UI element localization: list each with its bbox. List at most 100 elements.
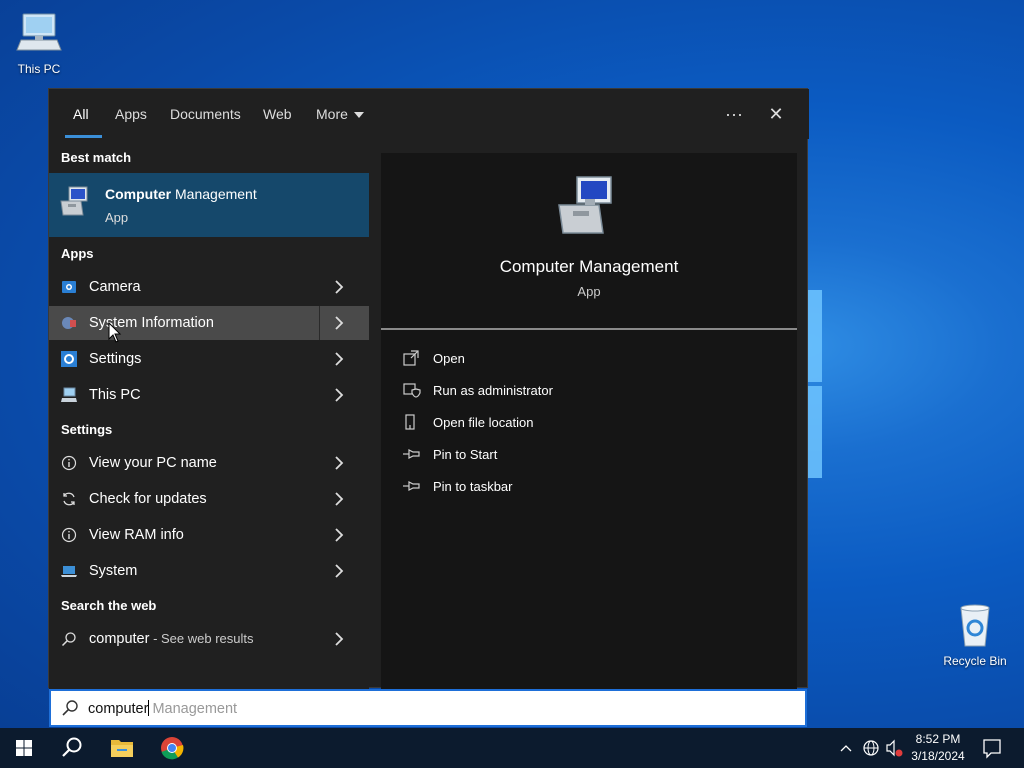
chevron-right-icon[interactable] xyxy=(331,314,347,332)
web-suffix: - See web results xyxy=(149,631,254,646)
taskbar-search-button[interactable] xyxy=(48,728,96,768)
tab-documents[interactable]: Documents xyxy=(170,106,241,122)
this-pc-icon xyxy=(15,10,63,58)
action-pin-to-taskbar[interactable]: Pin to taskbar xyxy=(403,473,703,501)
settings-gear-icon xyxy=(61,351,77,367)
taskbar: 8:52 PM 3/18/2024 xyxy=(0,728,1024,768)
computer-management-icon xyxy=(59,185,91,217)
best-match-title-bold: Computer xyxy=(105,186,172,202)
search-autocomplete: Management xyxy=(152,701,238,717)
action-open-file-location[interactable]: Open file location xyxy=(403,409,703,437)
chevron-right-icon[interactable] xyxy=(331,630,347,648)
search-text: computer Management xyxy=(88,700,237,717)
network-globe-icon[interactable] xyxy=(863,740,879,756)
tab-more[interactable]: More xyxy=(316,106,364,122)
row-divider xyxy=(319,306,320,340)
system-information-icon xyxy=(61,315,77,331)
best-match-heading: Best match xyxy=(61,150,132,165)
result-view-pc-name[interactable]: View your PC name xyxy=(49,446,369,480)
settings-heading: Settings xyxy=(61,422,113,437)
windows-logo-icon xyxy=(16,740,32,756)
result-view-ram-info[interactable]: View RAM info xyxy=(49,518,369,552)
result-settings-app[interactable]: Settings xyxy=(49,342,369,376)
chevron-right-icon[interactable] xyxy=(331,386,347,404)
search-icon xyxy=(61,631,77,647)
chevron-right-icon[interactable] xyxy=(331,454,347,472)
chevron-right-icon[interactable] xyxy=(331,526,347,544)
recycle-bin-icon xyxy=(951,602,999,650)
search-icon xyxy=(62,737,82,757)
result-label: Check for updates xyxy=(89,491,207,507)
open-external-icon xyxy=(403,350,421,366)
result-system-information[interactable]: System Information xyxy=(49,306,369,340)
chevron-right-icon[interactable] xyxy=(331,562,347,580)
info-icon xyxy=(61,455,77,471)
result-this-pc[interactable]: This PC xyxy=(49,378,369,412)
desktop-windows-logo-glow xyxy=(808,290,824,480)
chevron-right-icon[interactable] xyxy=(331,350,347,368)
action-label: Pin to taskbar xyxy=(433,479,513,494)
preview-title: Computer Management xyxy=(499,257,679,276)
best-match-item[interactable]: Computer Management App xyxy=(49,173,369,237)
search-input[interactable]: computer Management xyxy=(49,689,807,727)
text-caret xyxy=(148,700,150,716)
file-location-icon xyxy=(403,414,421,430)
tab-more-label: More xyxy=(316,106,348,122)
search-typed-text: computer xyxy=(88,701,149,717)
apps-heading: Apps xyxy=(61,246,94,261)
result-system[interactable]: System xyxy=(49,554,369,588)
result-label: Camera xyxy=(89,279,141,295)
result-label: Settings xyxy=(89,351,142,367)
more-options-button[interactable]: ··· xyxy=(722,103,746,127)
clock-date: 3/18/2024 xyxy=(911,749,965,763)
notification-center-button[interactable] xyxy=(976,728,1024,768)
search-panel: All Apps Documents Web More ··· ✕ Best m… xyxy=(48,88,809,689)
desktop-icon-this-pc[interactable]: This PC xyxy=(2,10,76,76)
best-match-subtitle: App xyxy=(105,210,129,225)
result-check-updates[interactable]: Check for updates xyxy=(49,482,369,516)
action-open[interactable]: Open xyxy=(403,345,703,373)
search-web-heading: Search the web xyxy=(61,598,157,613)
preview-pane: Computer Management App Open Run as admi… xyxy=(381,153,797,689)
tab-all[interactable]: All xyxy=(73,106,89,122)
search-tabs: All Apps Documents Web More ··· ✕ xyxy=(49,89,809,139)
notification-icon xyxy=(983,739,1001,759)
action-run-as-admin[interactable]: Run as administrator xyxy=(403,377,703,405)
refresh-icon xyxy=(61,491,77,507)
result-camera[interactable]: Camera xyxy=(49,270,369,304)
action-label: Open xyxy=(433,351,465,366)
camera-icon xyxy=(61,279,77,295)
pin-icon xyxy=(403,478,421,494)
start-button[interactable] xyxy=(0,728,48,768)
result-label: View your PC name xyxy=(89,455,217,471)
action-label: Open file location xyxy=(433,415,534,430)
chevron-up-icon[interactable] xyxy=(840,745,852,752)
result-label: This PC xyxy=(89,387,141,403)
taskbar-chrome[interactable] xyxy=(148,728,196,768)
chevron-right-icon[interactable] xyxy=(331,490,347,508)
computer-management-icon xyxy=(555,173,619,237)
taskbar-clock[interactable]: 8:52 PM 3/18/2024 xyxy=(906,731,970,765)
active-tab-indicator xyxy=(65,135,102,138)
action-pin-to-start[interactable]: Pin to Start xyxy=(403,441,703,469)
folder-icon xyxy=(111,740,133,757)
shield-icon xyxy=(403,382,421,398)
result-web-search[interactable]: computer - See web results xyxy=(49,622,369,656)
volume-muted-icon[interactable] xyxy=(886,739,903,757)
tab-web[interactable]: Web xyxy=(263,106,292,122)
desktop-icon-recycle-bin[interactable]: Recycle Bin xyxy=(938,602,1012,668)
system-tray xyxy=(836,728,906,768)
result-label: View RAM info xyxy=(89,527,184,543)
chevron-right-icon[interactable] xyxy=(331,278,347,296)
best-match-title: Computer Management xyxy=(105,186,257,202)
action-label: Pin to Start xyxy=(433,447,498,462)
this-pc-icon xyxy=(61,387,77,403)
best-match-title-rest: Management xyxy=(171,186,257,202)
close-button[interactable]: ✕ xyxy=(764,103,788,127)
web-query: computer xyxy=(89,631,150,647)
chrome-icon xyxy=(161,737,184,760)
tab-apps[interactable]: Apps xyxy=(115,106,147,122)
result-label: computer - See web results xyxy=(89,631,254,647)
taskbar-file-explorer[interactable] xyxy=(98,728,146,768)
desktop-icon-label: This PC xyxy=(17,62,61,76)
